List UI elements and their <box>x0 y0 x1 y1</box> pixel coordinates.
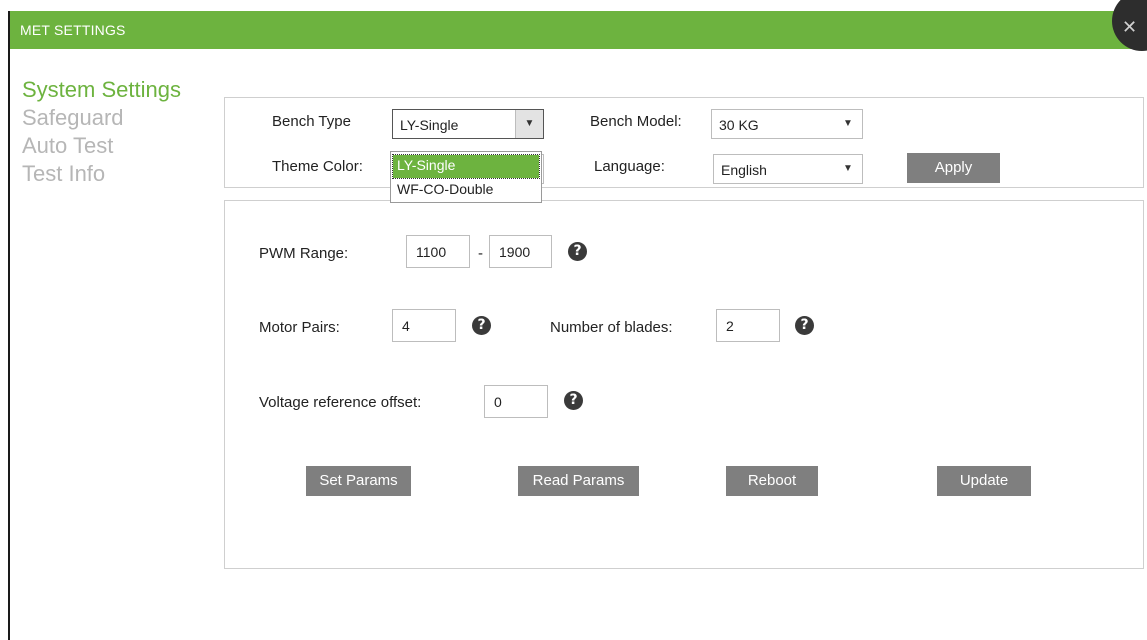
bench-type-select[interactable]: LY-Single ▼ <box>392 109 544 139</box>
sidebar-nav: System Settings Safeguard Auto Test Test… <box>22 76 181 188</box>
motor-pairs-help-icon[interactable]: ? <box>472 316 491 335</box>
set-params-button[interactable]: Set Params <box>306 466 411 496</box>
sidebar-item-safeguard[interactable]: Safeguard <box>22 104 181 132</box>
language-value: English <box>721 162 767 178</box>
blades-label: Number of blades: <box>550 319 673 336</box>
bench-model-value: 30 KG <box>719 117 759 133</box>
system-settings-panel: Bench Type LY-Single ▼ Bench Model: 30 K… <box>224 97 1144 188</box>
apply-button[interactable]: Apply <box>907 153 1000 183</box>
sidebar-item-test-info[interactable]: Test Info <box>22 160 181 188</box>
language-label: Language: <box>594 158 665 175</box>
read-params-button[interactable]: Read Params <box>518 466 639 496</box>
bench-type-dropdown: LY-Single WF-CO-Double <box>390 151 542 203</box>
blades-input[interactable]: 2 <box>716 309 780 342</box>
pwm-help-icon[interactable]: ? <box>568 242 587 261</box>
voltage-offset-value: 0 <box>494 394 502 410</box>
title-bar[interactable]: MET SETTINGS <box>10 11 1147 49</box>
reboot-button[interactable]: Reboot <box>726 466 818 496</box>
bench-type-option-wf-co-double[interactable]: WF-CO-Double <box>393 179 539 202</box>
pwm-min-input[interactable]: 1100 <box>406 235 470 268</box>
sidebar-item-system-settings[interactable]: System Settings <box>22 76 181 104</box>
params-panel: PWM Range: 1100 - 1900 ? Motor Pairs: 4 … <box>224 200 1144 569</box>
pwm-min-value: 1100 <box>416 244 447 260</box>
close-icon: ✕ <box>1122 17 1138 38</box>
bench-type-value: LY-Single <box>400 117 459 133</box>
bench-type-option-ly-single[interactable]: LY-Single <box>392 154 540 179</box>
bench-model-select[interactable]: 30 KG ▼ <box>711 109 863 139</box>
pwm-max-input[interactable]: 1900 <box>489 235 552 268</box>
motor-pairs-label: Motor Pairs: <box>259 319 340 336</box>
blades-help-icon[interactable]: ? <box>795 316 814 335</box>
bench-model-label: Bench Model: <box>590 113 682 130</box>
theme-color-label: Theme Color: <box>272 158 363 175</box>
chevron-down-icon[interactable]: ▼ <box>834 155 862 183</box>
update-button[interactable]: Update <box>937 466 1031 496</box>
motor-pairs-input[interactable]: 4 <box>392 309 456 342</box>
window-title: MET SETTINGS <box>20 22 126 38</box>
chevron-down-icon[interactable]: ▼ <box>834 110 862 138</box>
voltage-help-icon[interactable]: ? <box>564 391 583 410</box>
pwm-separator: - <box>478 245 483 262</box>
bench-type-label: Bench Type <box>272 113 351 130</box>
pwm-range-label: PWM Range: <box>259 245 349 262</box>
chevron-down-icon[interactable]: ▼ <box>515 110 543 138</box>
pwm-max-value: 1900 <box>499 244 531 260</box>
voltage-offset-label: Voltage reference offset: <box>259 394 422 411</box>
blades-value: 2 <box>726 318 734 334</box>
voltage-offset-input[interactable]: 0 <box>484 385 548 418</box>
sidebar-item-auto-test[interactable]: Auto Test <box>22 132 181 160</box>
language-select[interactable]: English ▼ <box>713 154 863 184</box>
motor-pairs-value: 4 <box>402 318 410 334</box>
settings-window: MET SETTINGS ✕ System Settings Safeguard… <box>8 0 1147 640</box>
